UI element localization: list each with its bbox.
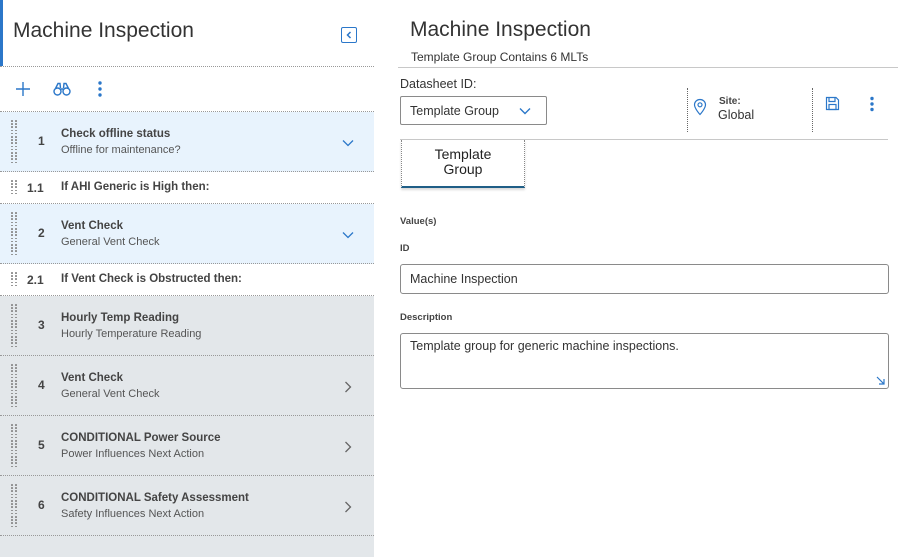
chevron-down-icon[interactable] [341,136,355,150]
step-subtitle: Safety Influences Next Action [61,508,205,520]
description-field-label: Description [400,312,453,323]
step-row[interactable]: 4 Vent Check General Vent Check [0,356,374,416]
drag-handle-icon[interactable] [11,120,17,164]
step-title: CONDITIONAL Safety Assessment [61,492,249,504]
left-panel-title: Machine Inspection [13,19,194,42]
chevron-down-icon [519,108,531,115]
site-value[interactable]: Global [718,108,754,122]
binoculars-icon[interactable] [52,79,72,99]
step-title: If AHI Generic is High then: [61,181,210,193]
values-section-label: Value(s) [400,216,437,227]
left-toolbar [0,67,374,111]
id-field-label: ID [400,243,410,254]
resize-handle-icon[interactable] [876,376,885,385]
more-options-icon[interactable] [90,79,110,99]
step-row[interactable]: 2 Vent Check General Vent Check [0,204,374,264]
step-subtitle: General Vent Check [61,236,160,248]
step-title: Vent Check [61,372,123,384]
step-number: 1.1 [27,181,44,195]
chevron-left-icon [346,31,352,39]
step-list: 1 Check offline status Offline for mainten… [0,112,374,536]
step-subtitle: Offline for maintenance? [61,144,181,156]
location-pin-icon [693,98,707,116]
step-number: 2 [38,226,45,240]
step-title: Check offline status [61,128,171,140]
divider [398,67,898,68]
step-subtitle: Power Influences Next Action [61,448,205,460]
datasheet-select-value: Template Group [410,104,499,118]
chevron-down-icon[interactable] [341,228,355,242]
condition-row[interactable]: 1.1 If AHI Generic is High then: [0,172,374,204]
page-subtitle: Template Group Contains 6 MLTs [411,50,589,64]
datasheet-select[interactable]: Template Group [400,96,547,125]
tab-label-line2: Group [443,161,483,177]
left-panel: Machine Inspection 1 Check offline status… [0,0,374,557]
chevron-right-icon[interactable] [341,500,355,514]
tab-label: Template Group [402,147,524,177]
save-icon[interactable] [825,96,840,111]
step-subtitle: General Vent Check [61,388,160,400]
active-accent-bar [0,0,3,66]
step-row[interactable]: 5 CONDITIONAL Power Source Power Influence… [0,416,374,476]
step-number: 3 [38,318,45,332]
app-root: Machine Inspection 1 Check offline status… [0,0,900,557]
step-title: Vent Check [61,220,123,232]
drag-handle-icon[interactable] [11,424,17,468]
condition-row[interactable]: 2.1 If Vent Check is Obstructed then: [0,264,374,296]
step-number: 5 [38,438,45,452]
list-background [0,536,374,557]
step-row[interactable]: 3 Hourly Temp Reading Hourly Temperature R… [0,296,374,356]
tab-label-line1: Template [434,146,492,162]
drag-handle-icon[interactable] [11,180,17,196]
step-row[interactable]: 1 Check offline status Offline for mainten… [0,112,374,172]
chevron-right-icon[interactable] [341,440,355,454]
step-number: 4 [38,378,45,392]
drag-handle-icon[interactable] [11,272,17,288]
drag-handle-icon[interactable] [11,212,17,256]
tab-template-group[interactable]: Template Group [401,140,525,188]
kebab-icon[interactable] [868,96,876,112]
plus-icon[interactable] [13,79,33,99]
step-row[interactable]: 6 CONDITIONAL Safety Assessment Safety Inf… [0,476,374,536]
step-subtitle: Hourly Temperature Reading [61,328,202,340]
chevron-right-icon[interactable] [341,380,355,394]
step-number: 2.1 [27,273,44,287]
description-field[interactable]: Template group for generic machine inspe… [400,333,889,389]
id-field[interactable] [400,264,889,294]
drag-handle-icon[interactable] [11,304,17,348]
drag-handle-icon[interactable] [11,484,17,528]
datasheet-label: Datasheet ID: [400,77,477,91]
divider [687,88,688,132]
step-number: 6 [38,498,45,512]
divider [812,88,813,132]
site-label: Site: [719,96,741,107]
collapse-panel-button[interactable] [341,27,357,43]
drag-handle-icon[interactable] [11,364,17,408]
step-title: Hourly Temp Reading [61,312,179,324]
page-title: Machine Inspection [410,18,591,41]
step-number: 1 [38,134,45,148]
step-title: CONDITIONAL Power Source [61,432,221,444]
step-title: If Vent Check is Obstructed then: [61,273,242,285]
